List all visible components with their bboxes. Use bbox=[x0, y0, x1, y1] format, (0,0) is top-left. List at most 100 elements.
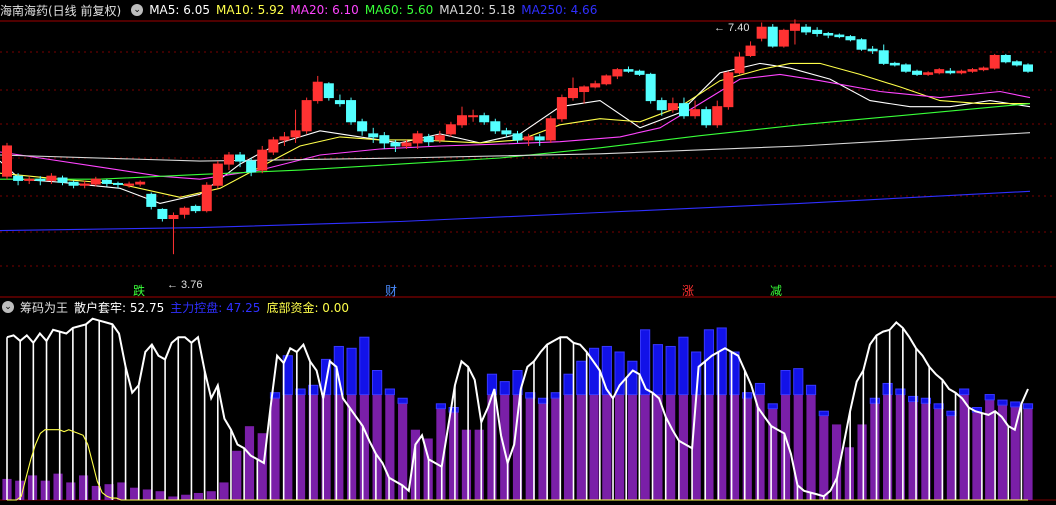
candle-body bbox=[678, 103, 689, 117]
chevron-down-icon[interactable]: ⌄ bbox=[2, 301, 14, 313]
candle-body bbox=[235, 154, 246, 162]
main-control-bar bbox=[206, 491, 216, 500]
candle-body bbox=[135, 181, 146, 185]
main-control-top-bar bbox=[780, 370, 791, 396]
event-marker: 涨 bbox=[682, 283, 694, 298]
main-control-bar bbox=[359, 394, 369, 500]
main-control-top-bar bbox=[550, 392, 561, 399]
candle-body bbox=[1000, 54, 1011, 63]
main-control-bar bbox=[589, 394, 599, 500]
candle-body bbox=[523, 136, 534, 141]
candle-body bbox=[46, 175, 57, 181]
candle-body bbox=[68, 181, 79, 186]
main-control-bar bbox=[640, 394, 650, 500]
event-marker: 财 bbox=[385, 284, 397, 298]
main-control-top-bar bbox=[805, 384, 817, 396]
candle-body bbox=[934, 69, 945, 74]
candle-body bbox=[13, 175, 24, 181]
candle-body bbox=[645, 73, 656, 102]
candle-body bbox=[268, 139, 279, 153]
candle-body bbox=[490, 121, 501, 132]
candle-body bbox=[900, 64, 911, 72]
candle-body bbox=[35, 178, 46, 181]
candle-body bbox=[124, 183, 135, 186]
stock-title[interactable]: 海南海药(日线 前复权) bbox=[0, 2, 121, 19]
candle-body bbox=[212, 163, 223, 186]
candle-body bbox=[745, 45, 756, 56]
main-control-top-bar bbox=[588, 347, 600, 396]
main-control-bar bbox=[806, 394, 816, 500]
candle-body bbox=[290, 130, 301, 138]
main-control-bar bbox=[155, 491, 165, 500]
main-control-bar bbox=[53, 473, 63, 500]
ma250-label: MA250: 4.66 bbox=[521, 3, 598, 17]
ma20-line bbox=[0, 73, 1031, 180]
main-control-bar bbox=[551, 398, 561, 500]
candle-body bbox=[146, 193, 157, 207]
ma120-label: MA120: 5.18 bbox=[439, 3, 516, 17]
candle-body bbox=[812, 29, 823, 34]
candle-body bbox=[257, 149, 268, 171]
ma20-label: MA20: 6.10 bbox=[290, 3, 359, 17]
main-control-top-bar bbox=[678, 336, 689, 396]
main-control-bar bbox=[883, 394, 893, 500]
top-panel-header: 海南海药(日线 前复权) ⌄ MA5: 6.05 MA10: 5.92 MA20… bbox=[0, 0, 603, 20]
candle-body bbox=[168, 214, 179, 220]
main-control-top-bar bbox=[372, 370, 383, 396]
candle-body bbox=[778, 29, 789, 47]
candle-body bbox=[323, 83, 334, 99]
top-panel-grid bbox=[0, 20, 1056, 298]
main-control-top-bar bbox=[818, 410, 829, 417]
candle-body bbox=[112, 182, 123, 185]
candle-body bbox=[656, 100, 667, 111]
main-control-bar bbox=[1010, 406, 1020, 500]
bottom-panel-header: ⌄ 筹码为王 散户套牢: 52.75 主力控盘: 47.25 底部资金: 0.0… bbox=[0, 297, 355, 317]
candle-body bbox=[567, 88, 578, 99]
candle-body bbox=[834, 34, 845, 38]
candle-body bbox=[279, 136, 290, 141]
candle-body bbox=[1011, 61, 1022, 66]
stock-chart: ← 7.40 ← 3.76 跌 财 涨 减 bbox=[0, 19, 1056, 501]
main-control-bar bbox=[844, 447, 854, 500]
indicator-title[interactable]: 筹码为王 bbox=[20, 299, 68, 316]
main-control-top-bar bbox=[563, 373, 574, 396]
candle-body bbox=[368, 133, 379, 138]
main-control-bar bbox=[130, 487, 140, 500]
main-control-top-bar bbox=[652, 344, 663, 396]
candle-body bbox=[667, 103, 678, 111]
candle-body bbox=[534, 136, 545, 141]
candle-body bbox=[612, 69, 623, 77]
candle-body bbox=[390, 142, 401, 147]
main-control-top-bar bbox=[1022, 403, 1034, 410]
candle-body bbox=[701, 109, 712, 126]
main-control-bar bbox=[474, 429, 484, 500]
candle-body bbox=[401, 142, 412, 147]
candle-body bbox=[179, 207, 190, 215]
candle-body bbox=[590, 83, 601, 88]
main-control-top-bar bbox=[793, 368, 804, 396]
main-control-bar bbox=[461, 429, 472, 500]
candle-body bbox=[978, 67, 989, 71]
candle-body bbox=[1023, 64, 1033, 72]
main-control-bar bbox=[193, 492, 204, 500]
chevron-down-icon[interactable]: ⌄ bbox=[131, 4, 144, 16]
candle-body bbox=[468, 115, 479, 118]
ma10-line bbox=[0, 62, 1030, 198]
main-control-bar bbox=[678, 394, 689, 500]
candle-body bbox=[57, 177, 68, 183]
candle-body bbox=[601, 75, 612, 85]
candle-body bbox=[157, 208, 168, 220]
main-control-bar bbox=[653, 394, 663, 500]
candle-body bbox=[190, 205, 201, 212]
main-control-top-bar bbox=[627, 360, 638, 396]
main-control-top-bar bbox=[882, 382, 893, 396]
main-control-top-bar bbox=[997, 399, 1008, 406]
main-control-bar bbox=[283, 394, 293, 500]
low-price-label: ← 3.76 bbox=[167, 279, 202, 291]
candle-body bbox=[457, 115, 468, 126]
candle-body bbox=[801, 26, 812, 33]
candle-body bbox=[246, 160, 257, 173]
candle-body bbox=[445, 124, 456, 135]
candle-body bbox=[756, 26, 767, 39]
main-control-bar bbox=[66, 482, 76, 500]
